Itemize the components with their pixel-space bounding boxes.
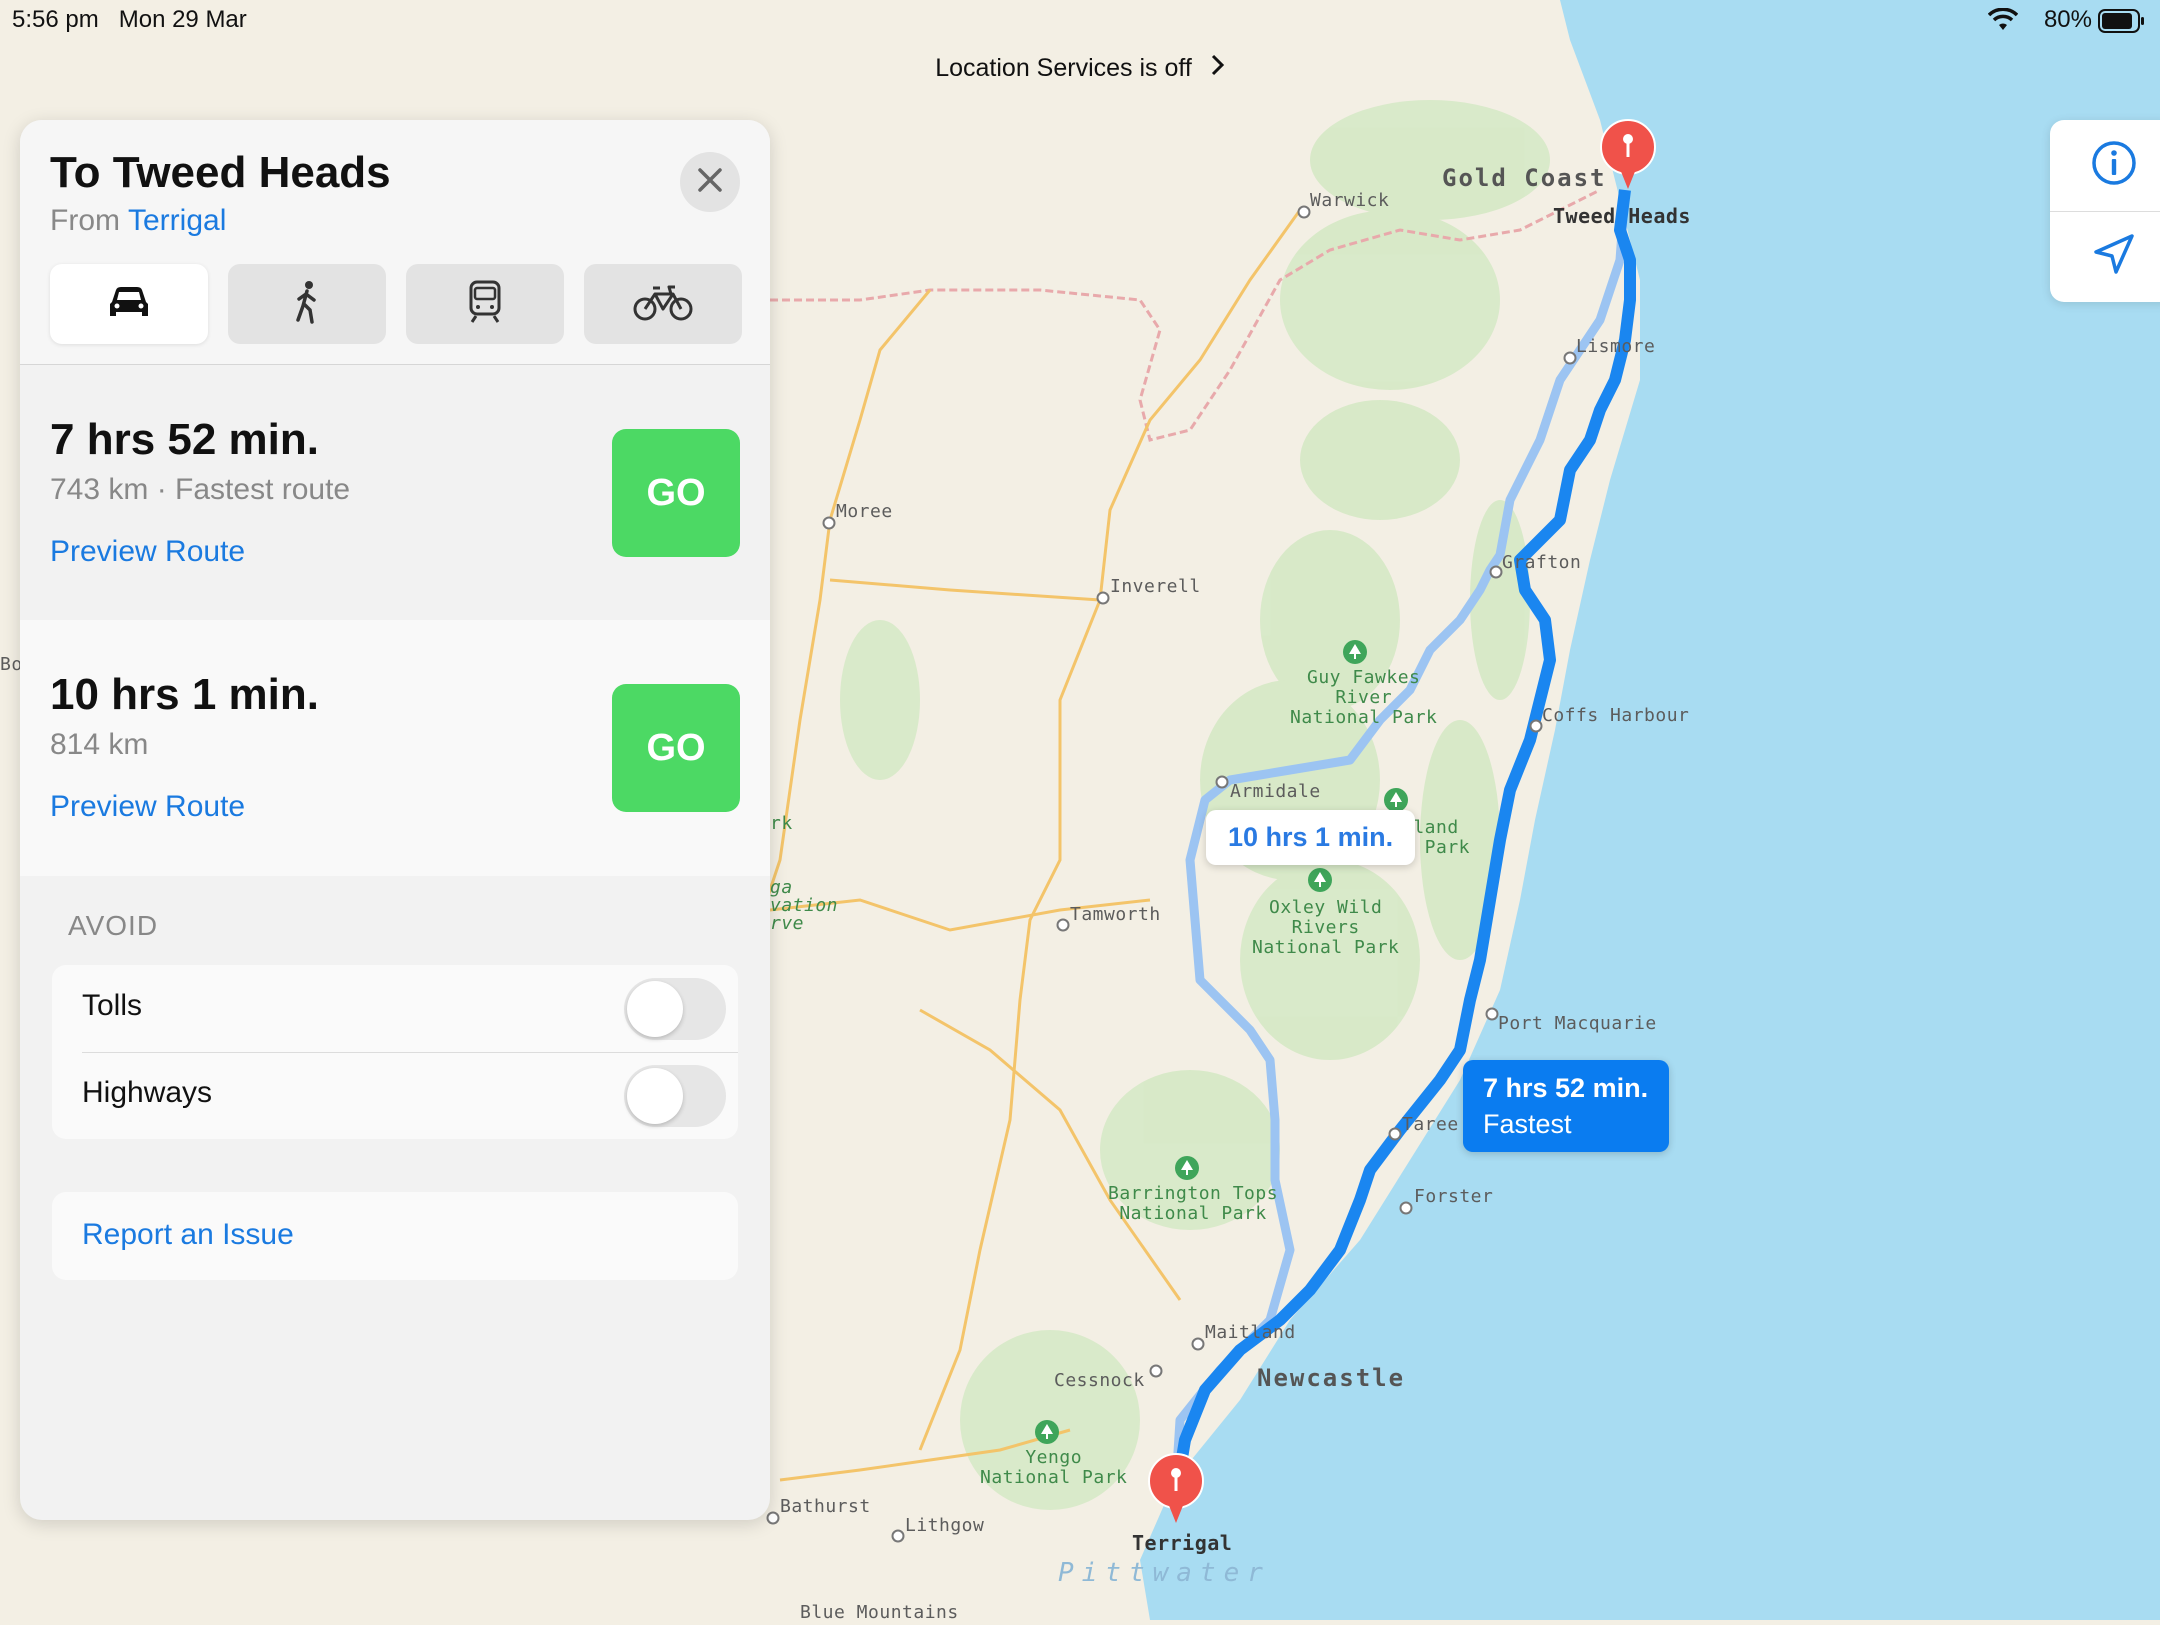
map-label-tweed-heads: Tweed Heads [1553, 204, 1691, 228]
directions-header: To Tweed Heads From Terrigal [20, 120, 770, 364]
go-button[interactable]: GO [612, 684, 740, 812]
track-location-button[interactable] [2050, 211, 2160, 302]
location-arrow-icon [2090, 230, 2138, 283]
map-label-fragment: rve [770, 913, 805, 934]
status-bar: 5:56 pm Mon 29 Mar 80% [0, 0, 2160, 40]
map-label-cessnock: Cessnock [1054, 1370, 1145, 1391]
map-label-tamworth: Tamworth [1070, 904, 1161, 925]
fastest-route-callout-label: Fastest [1483, 1109, 1572, 1139]
park-tree-icon [1035, 1420, 1059, 1444]
map-label-forster: Forster [1414, 1186, 1494, 1207]
map-label-gold-coast: Gold Coast [1442, 164, 1607, 192]
wifi-icon [1987, 7, 2019, 37]
map-label-armidale: Armidale [1230, 781, 1321, 802]
fastest-route-callout-time: 7 hrs 52 min. [1483, 1073, 1649, 1103]
transit-icon [468, 280, 502, 329]
map-label-moree: Moree [836, 501, 893, 522]
map-label-guy-fawkes: Guy Fawkes River National Park [1290, 667, 1438, 728]
map-info-button[interactable] [2050, 120, 2160, 211]
report-issue-card[interactable]: Report an Issue [52, 1192, 738, 1280]
map-label-pittwater: Pittwater [1058, 1558, 1271, 1588]
map-label-fragment: rk [770, 813, 793, 834]
close-button[interactable] [680, 152, 740, 212]
map-label-yengo: Yengo National Park [980, 1447, 1128, 1488]
mode-transit-button[interactable] [406, 264, 564, 344]
fastest-route-callout[interactable]: 7 hrs 52 min. Fastest [1463, 1060, 1669, 1152]
map-label-maitland: Maitland [1205, 1322, 1296, 1343]
avoid-highways-label: Highways [82, 1076, 213, 1109]
avoid-tolls-label: Tolls [82, 989, 143, 1022]
preview-route-link[interactable]: Preview Route [50, 535, 245, 569]
destination-pin-icon[interactable] [1598, 119, 1658, 196]
avoid-heading: AVOID [68, 910, 159, 941]
avoid-tolls-toggle[interactable] [624, 978, 726, 1040]
park-tree-icon [1384, 788, 1408, 812]
status-time: 5:56 pm Mon 29 Mar [12, 6, 247, 33]
battery-percentage: 80% [2043, 6, 2092, 33]
map-label-grafton: Grafton [1502, 552, 1582, 573]
alternate-route-callout-time: 10 hrs 1 min. [1228, 822, 1394, 852]
from-label: From [50, 204, 120, 237]
walk-icon [292, 280, 322, 329]
avoid-tolls-row: Tolls [52, 965, 738, 1052]
battery-icon [2098, 9, 2146, 38]
panel-from: From Terrigal [50, 204, 226, 238]
panel-title: To Tweed Heads [50, 148, 391, 197]
map-controls [2050, 120, 2160, 302]
route-option-2[interactable]: 10 hrs 1 min. 814 km Preview Route GO [20, 620, 770, 876]
mode-walk-button[interactable] [228, 264, 386, 344]
map-label-oxley: Oxley Wild Rivers National Park [1252, 897, 1400, 958]
map-label-barrington: Barrington Tops National Park [1108, 1183, 1279, 1224]
route-option-1[interactable]: 7 hrs 52 min. 743 km · Fastest route Pre… [20, 365, 770, 621]
mode-drive-button[interactable] [50, 264, 208, 344]
report-issue-link[interactable]: Report an Issue [82, 1218, 294, 1252]
route-details: 743 km · Fastest route [50, 473, 351, 506]
close-icon [697, 167, 723, 198]
info-icon [2090, 139, 2138, 192]
map-label-warwick: Warwick [1310, 190, 1390, 211]
avoid-highways-row: Highways [52, 1052, 738, 1139]
map-label-bathurst: Bathurst [780, 1496, 871, 1517]
go-button[interactable]: GO [612, 429, 740, 557]
toggle-knob [627, 1068, 683, 1124]
map-label-taree: Taree [1402, 1114, 1459, 1135]
route-details: 814 km [50, 728, 149, 761]
map-label-lithgow: Lithgow [905, 1515, 985, 1536]
map-label-inverell: Inverell [1110, 576, 1201, 597]
preview-route-link[interactable]: Preview Route [50, 790, 245, 824]
park-tree-icon [1343, 640, 1367, 664]
map-label-lismore: Lismore [1576, 336, 1656, 357]
toggle-knob [627, 981, 683, 1037]
origin-link[interactable]: Terrigal [128, 204, 226, 237]
map-label-coffs-harbour: Coffs Harbour [1542, 705, 1690, 726]
avoid-highways-toggle[interactable] [624, 1065, 726, 1127]
location-services-banner[interactable]: Location Services is off [0, 54, 2160, 83]
avoid-options: Tolls Highways [52, 965, 738, 1139]
directions-panel: To Tweed Heads From Terrigal 7 hrs 52 mi… [20, 120, 770, 1520]
location-services-text: Location Services is off [935, 54, 1192, 82]
park-tree-icon [1175, 1156, 1199, 1180]
map-label-terrigal: Terrigal [1132, 1531, 1233, 1555]
park-tree-icon [1308, 868, 1332, 892]
route-time: 10 hrs 1 min. [50, 670, 320, 719]
chevron-right-icon [1211, 54, 1225, 83]
alternate-route-callout[interactable]: 10 hrs 1 min. [1206, 810, 1416, 865]
car-icon [106, 284, 152, 325]
bicycle-icon [633, 282, 693, 327]
map-label-newcastle: Newcastle [1257, 1364, 1406, 1392]
mode-cycle-button[interactable] [584, 264, 742, 344]
origin-pin-icon[interactable] [1146, 1453, 1206, 1530]
route-time: 7 hrs 52 min. [50, 415, 320, 464]
map-label-port-macquarie: Port Macquarie [1498, 1013, 1657, 1034]
